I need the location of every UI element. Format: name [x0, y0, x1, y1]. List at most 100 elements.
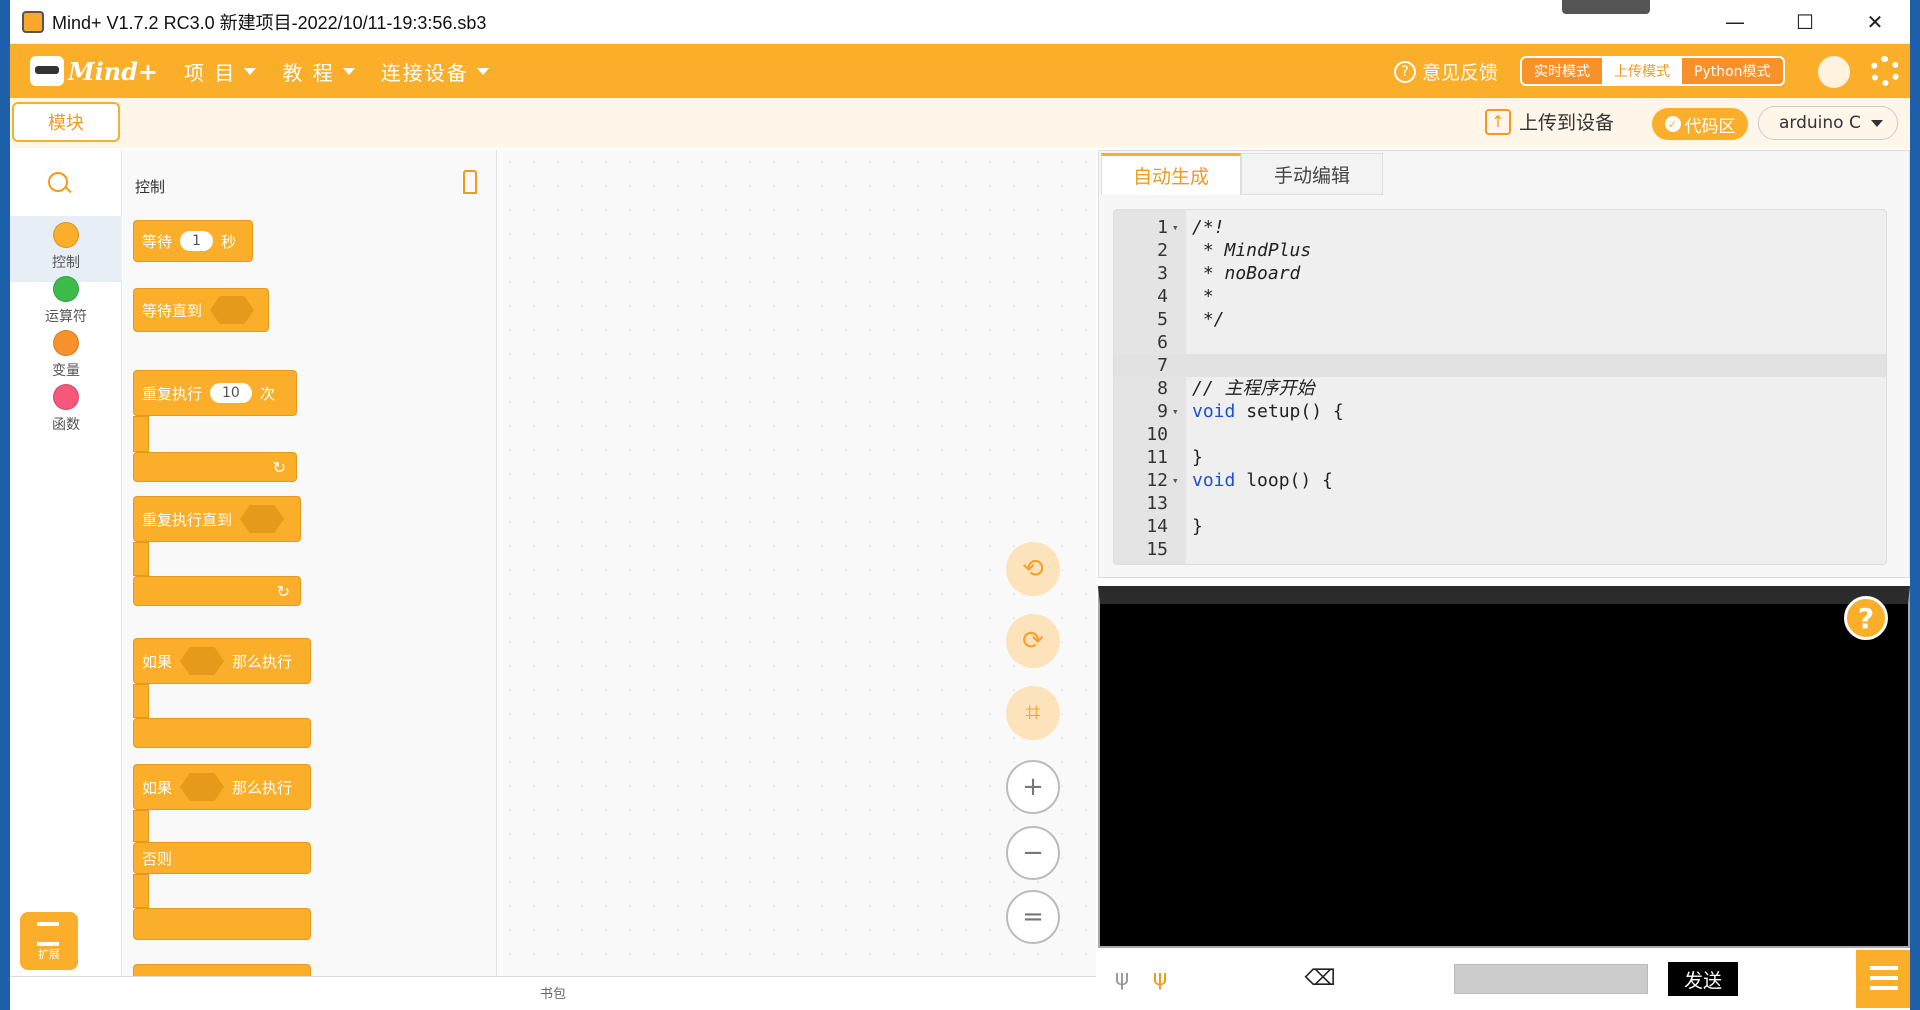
block-repeat-end[interactable]: ↻ — [133, 452, 297, 482]
window-title: Mind+ V1.7.2 RC3.0 新建项目-2022/10/11-19:3:… — [52, 12, 487, 33]
send-button[interactable]: 发送 — [1668, 962, 1738, 996]
gear-icon[interactable] — [1870, 56, 1900, 86]
fold-icon[interactable]: ▾ — [1172, 469, 1179, 492]
board-select[interactable]: arduino C — [1758, 106, 1898, 140]
redo-icon[interactable]: ⟳ — [1006, 614, 1060, 668]
code-line[interactable]: 3 * noBoard — [1114, 262, 1886, 285]
tab-manual-edit[interactable]: 手动编辑 — [1241, 153, 1383, 195]
code-line[interactable]: 14} — [1114, 515, 1886, 538]
chevron-down-icon — [342, 67, 355, 75]
upload-to-device-button[interactable]: ↑ 上传到设备 — [1485, 108, 1614, 135]
upload-icon: ↑ — [1485, 108, 1511, 135]
boolean-slot[interactable] — [240, 505, 285, 533]
menu-icon[interactable] — [1856, 950, 1910, 1008]
chevron-down-icon — [476, 67, 489, 75]
fold-icon[interactable]: ▾ — [1172, 400, 1179, 423]
code-line[interactable]: 1 ▾ /*! — [1114, 216, 1886, 239]
block-input[interactable]: 10 — [210, 383, 252, 403]
check-icon: ✓ — [1664, 116, 1681, 132]
block-repeat[interactable]: 重复执行 10 次 — [133, 370, 297, 416]
category-dot — [53, 330, 79, 356]
mode-realtime[interactable]: 实时模式 — [1522, 58, 1602, 84]
feedback-label: 意见反馈 — [1422, 62, 1499, 84]
menu-connect-device[interactable]: 连接设备 — [381, 57, 489, 86]
code-area-toggle[interactable]: ✓ 代码区 — [1652, 108, 1748, 140]
search-icon[interactable] — [48, 172, 68, 192]
boolean-slot[interactable] — [210, 296, 255, 324]
block-c-arm — [133, 810, 149, 842]
code-line[interactable]: 10 — [1114, 423, 1886, 446]
line-number: 6 — [1157, 332, 1168, 353]
mode-upload[interactable]: 上传模式 — [1602, 58, 1682, 84]
block-repeat-until[interactable]: 重复执行直到 — [133, 496, 301, 542]
block-repeat-until-end[interactable]: ↻ — [133, 576, 301, 606]
code-line[interactable]: 8 // 主程序开始 — [1114, 377, 1886, 400]
code-line[interactable]: 5 */ — [1114, 308, 1886, 331]
block-if-else[interactable]: 如果 那么执行 — [133, 764, 311, 810]
block-input[interactable]: 1 — [180, 231, 213, 251]
block-else[interactable]: 否则 — [133, 842, 311, 874]
script-canvas[interactable]: ⟲ ⟳ ⌗ + − = — [498, 150, 1096, 976]
category-label: 运算符 — [45, 309, 87, 325]
code-line[interactable]: 7 — [1114, 354, 1886, 377]
line-number: 11 — [1146, 447, 1168, 468]
close-button[interactable]: ✕ — [1840, 0, 1910, 44]
minimize-button[interactable]: — — [1700, 0, 1770, 44]
block-wait-until[interactable]: 等待直到 — [133, 288, 269, 332]
zoom-in-icon[interactable]: + — [1006, 760, 1060, 814]
code-line[interactable]: 11} — [1114, 446, 1886, 469]
pin-icon[interactable] — [463, 170, 477, 194]
zoom-reset-icon[interactable]: = — [1006, 890, 1060, 944]
code-line[interactable]: 15 — [1114, 538, 1886, 561]
block-if-end[interactable] — [133, 718, 311, 748]
code-line[interactable]: 9 ▾ void setup() { — [1114, 400, 1886, 423]
extension-button[interactable]: 扩展 — [20, 912, 78, 970]
code-text: } — [1192, 447, 1203, 468]
crop-icon[interactable]: ⌗ — [1006, 686, 1060, 740]
maximize-button[interactable]: ☐ — [1770, 0, 1840, 44]
block-if-then[interactable]: 如果 那么执行 — [133, 638, 311, 684]
bookbag-bar[interactable]: 书包 — [10, 976, 1096, 1010]
title-bar: Mind+ V1.7.2 RC3.0 新建项目-2022/10/11-19:3:… — [10, 0, 1910, 44]
usb-disconnect-icon[interactable]: ψ — [1144, 962, 1176, 994]
code-line[interactable]: 6 — [1114, 331, 1886, 354]
usb-icon[interactable]: ψ — [1106, 962, 1138, 994]
block-label: 等待 — [142, 232, 173, 251]
tab-blocks[interactable]: 模块 — [12, 102, 120, 142]
code-line[interactable]: 2 * MindPlus — [1114, 239, 1886, 262]
block-c-arm — [133, 684, 149, 718]
fold-icon[interactable]: ▾ — [1172, 216, 1179, 239]
menu-project[interactable]: 项 目 — [184, 57, 257, 86]
line-number: 1 — [1157, 217, 1168, 238]
code-text: } — [1192, 516, 1203, 537]
feedback-button[interactable]: ? 意见反馈 — [1394, 58, 1498, 85]
menu-bar: Mind+ 项 目 教 程 连接设备 ? 意见反馈 实时模式 上传模式 Pyth… — [10, 44, 1910, 98]
boolean-slot[interactable] — [180, 773, 225, 801]
boolean-slot[interactable] — [180, 647, 225, 675]
code-line[interactable]: 12 ▾ void loop() { — [1114, 469, 1886, 492]
clear-icon[interactable]: ⌫ — [1304, 962, 1336, 994]
line-number: 3 — [1157, 263, 1168, 284]
line-number: 4 — [1157, 286, 1168, 307]
undo-icon[interactable]: ⟲ — [1006, 542, 1060, 596]
taskbar-thumbnail — [1562, 0, 1650, 14]
block-if-else-end[interactable] — [133, 908, 311, 940]
code-line[interactable]: 4 * — [1114, 285, 1886, 308]
help-button[interactable]: ? — [1844, 596, 1888, 640]
app-icon — [22, 10, 44, 33]
category-functions[interactable]: 函数 — [10, 378, 122, 444]
line-number: 13 — [1146, 493, 1168, 514]
tab-auto-generate[interactable]: 自动生成 — [1101, 153, 1241, 195]
zoom-out-icon[interactable]: − — [1006, 826, 1060, 880]
menu-tutorial[interactable]: 教 程 — [282, 57, 355, 86]
code-line[interactable]: 13 — [1114, 492, 1886, 515]
block-label: 那么执行 — [232, 652, 293, 671]
block-partial[interactable] — [133, 964, 311, 976]
user-avatar[interactable] — [1818, 56, 1850, 88]
mode-python[interactable]: Python模式 — [1682, 58, 1783, 84]
code-editor[interactable]: 1 ▾/*! 2 * MindPlus 3 * noBoard 4 * 5 */6 7 8//… — [1113, 209, 1887, 565]
block-wait[interactable]: 等待 1 秒 — [133, 220, 253, 262]
send-input[interactable] — [1454, 964, 1648, 994]
block-label: 那么执行 — [232, 778, 293, 797]
loop-arrow-icon: ↻ — [276, 581, 290, 601]
